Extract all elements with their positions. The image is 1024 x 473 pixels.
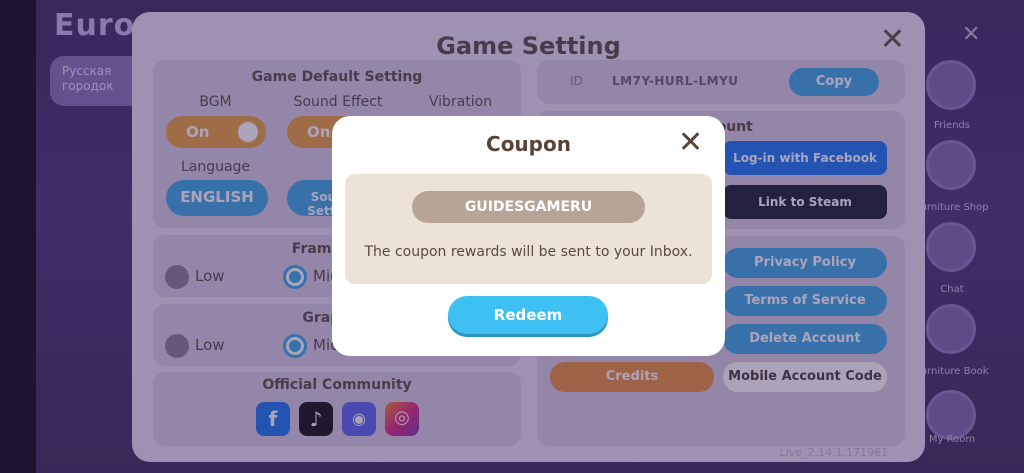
coupon-message: The coupon rewards will be sent to your … — [364, 244, 693, 260]
coupon-input-area: The coupon rewards will be sent to your … — [345, 174, 712, 284]
coupon-close-icon[interactable]: ✕ — [678, 128, 703, 158]
coupon-dialog: Coupon ✕ The coupon rewards will be sent… — [332, 116, 725, 356]
redeem-button[interactable]: Redeem — [448, 296, 608, 334]
coupon-code-input[interactable] — [412, 191, 645, 223]
coupon-title: Coupon — [486, 132, 571, 156]
